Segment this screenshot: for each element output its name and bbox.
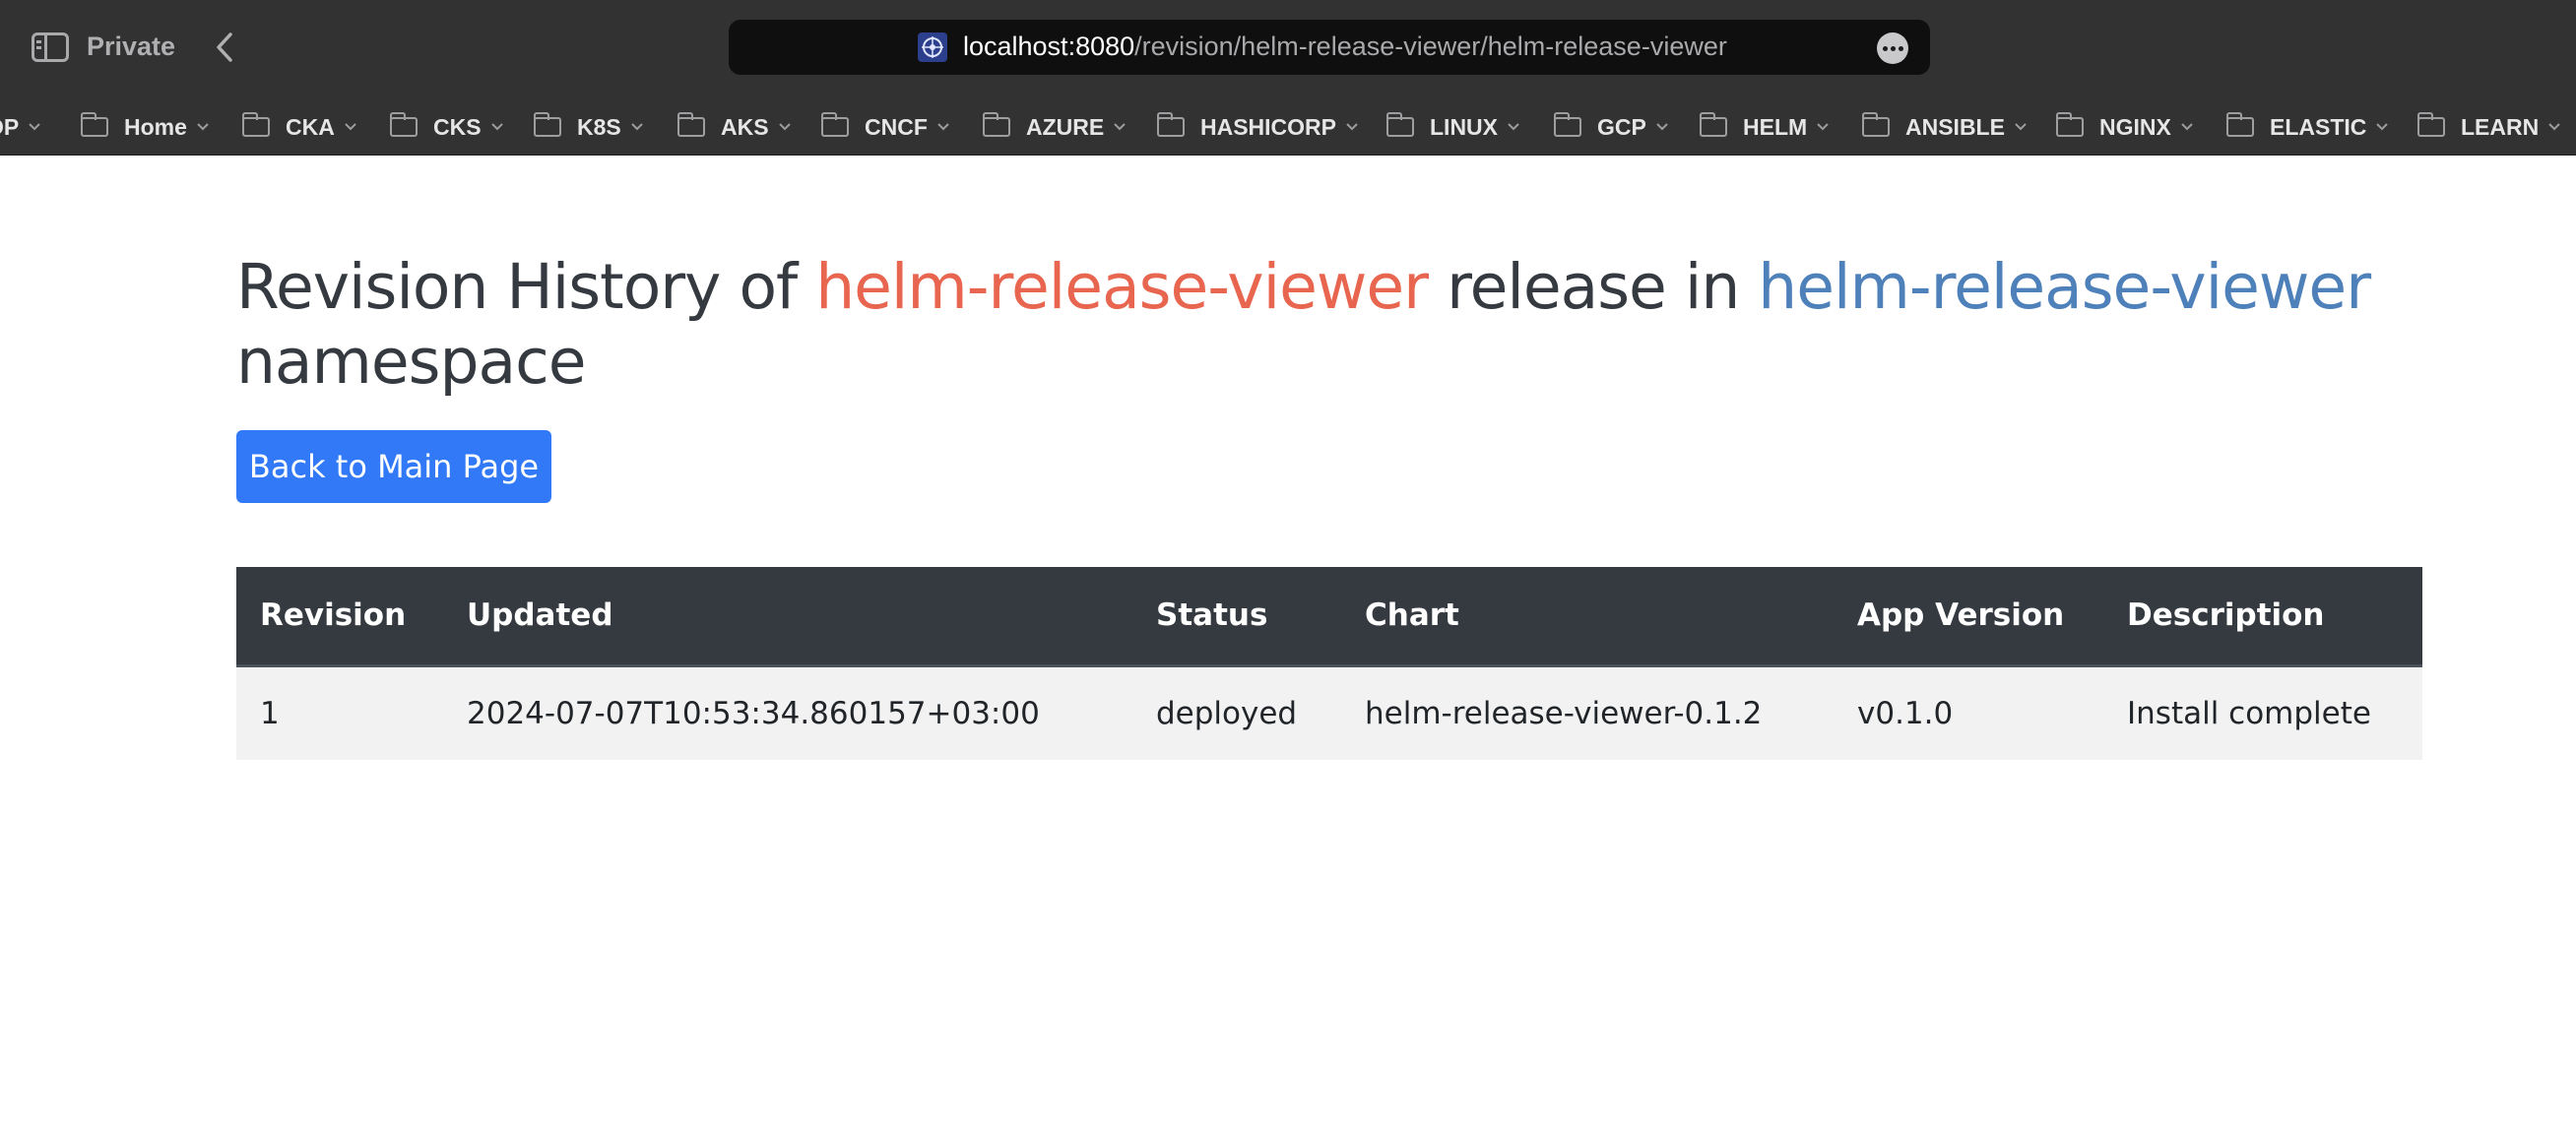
header-chart: Chart: [1341, 567, 1834, 667]
title-middle: release in: [1428, 251, 1759, 323]
folder-icon: [1385, 112, 1414, 137]
folder-icon: [2055, 112, 2084, 137]
bookmark-label: CKA: [286, 113, 335, 140]
chevron-down-icon: [778, 123, 791, 131]
chevron-down-icon: [490, 123, 503, 131]
cell-revision: 1: [260, 695, 280, 731]
bookmark-label: GCP: [1597, 113, 1646, 140]
url-text[interactable]: localhost:8080/revision/helm-release-vie…: [963, 31, 1727, 62]
folder-icon: [676, 112, 705, 137]
bookmark-folder-hashicorp[interactable]: HASHICORP: [1156, 112, 1360, 142]
bookmark-folder-elastic[interactable]: ELASTIC: [2225, 112, 2390, 142]
namespace-name: helm-release-viewer: [1758, 251, 2371, 323]
chevron-down-icon: [2376, 123, 2389, 131]
url-path: /revision/helm-release-viewer/helm-relea…: [1134, 31, 1727, 61]
bookmark-folder-k8s[interactable]: K8S: [533, 112, 645, 142]
bookmark-folder-nginx[interactable]: NGINX: [2055, 112, 2195, 142]
bookmark-label: HASHICORP: [1200, 113, 1337, 140]
folder-icon: [389, 112, 418, 137]
chevron-down-icon: [345, 123, 356, 131]
bookmark-folder-helm[interactable]: HELM: [1699, 112, 1831, 142]
bookmark-folder-op[interactable]: OP: [0, 112, 42, 142]
header-updated: Updated: [443, 567, 1132, 667]
release-name: helm-release-viewer: [815, 251, 1429, 323]
chevron-down-icon: [1656, 123, 1668, 131]
chevron-down-icon: [1508, 123, 1519, 131]
bookmark-label: HELM: [1743, 113, 1808, 140]
folder-icon: [2225, 112, 2254, 137]
title-prefix: Revision History of: [236, 251, 816, 323]
title-suffix: namespace: [236, 326, 586, 398]
header-status: Status: [1132, 567, 1341, 667]
bookmark-label: OP: [0, 113, 20, 140]
folder-icon: [1553, 112, 1581, 137]
bookmark-label: LEARN: [2461, 113, 2540, 140]
bookmark-folder-home[interactable]: Home: [80, 112, 211, 142]
bookmark-folder-gcp[interactable]: GCP: [1553, 112, 1670, 142]
bookmarks-bar: OP Home CKA CKS K8S AKS CNCF AZURE HASHICORP LINU…: [0, 98, 2576, 156]
cell-app-version: v0.1.0: [1857, 695, 1954, 731]
bookmark-folder-cks[interactable]: CKS: [389, 112, 505, 142]
chevron-down-icon: [1346, 123, 1358, 131]
folder-icon: [2416, 112, 2445, 137]
folder-icon: [533, 112, 561, 137]
cell-status: deployed: [1156, 695, 1298, 731]
chevron-down-icon: [2181, 123, 2193, 131]
cell-updated: 2024-07-07T10:53:34.860157+03:00: [467, 695, 1040, 731]
bookmark-folder-aks[interactable]: AKS: [676, 112, 793, 142]
header-revision: Revision: [236, 567, 443, 667]
table-header-row: Revision Updated Status Chart App Versio…: [236, 567, 2422, 667]
chevron-down-icon: [2548, 123, 2560, 131]
sidebar-toggle-icon[interactable]: [32, 32, 69, 62]
bookmark-label: K8S: [577, 113, 621, 140]
folder-icon: [241, 112, 270, 137]
bookmark-folder-cka[interactable]: CKA: [241, 112, 358, 142]
header-app-version: App Version: [1834, 567, 2103, 667]
folder-icon: [1861, 112, 1890, 137]
folder-icon: [982, 112, 1010, 137]
bookmark-label: AZURE: [1026, 113, 1105, 140]
bookmark-label: CNCF: [865, 113, 928, 140]
folder-icon: [820, 112, 849, 137]
bookmark-label: ELASTIC: [2270, 113, 2367, 140]
bookmark-folder-linux[interactable]: LINUX: [1385, 112, 1521, 142]
chevron-down-icon: [631, 123, 643, 131]
cell-chart: helm-release-viewer-0.1.2: [1365, 695, 1763, 731]
chevron-down-icon: [2015, 123, 2027, 131]
url-host: localhost:8080: [963, 31, 1135, 61]
private-mode-label: Private: [87, 31, 176, 61]
bookmark-label: LINUX: [1430, 113, 1498, 140]
folder-icon: [80, 112, 108, 137]
chevron-down-icon: [197, 123, 209, 131]
site-favicon-icon: [918, 32, 947, 62]
bookmark-folder-cncf[interactable]: CNCF: [820, 112, 951, 142]
bookmark-folder-ansible[interactable]: ANSIBLE: [1861, 112, 2029, 142]
chevron-down-icon: [1817, 123, 1829, 131]
revision-table: Revision Updated Status Chart App Versio…: [236, 567, 2422, 760]
bookmark-label: AKS: [721, 113, 769, 140]
folder-icon: [1699, 112, 1727, 137]
cell-description: Install complete: [2127, 695, 2371, 731]
bookmark-label: NGINX: [2099, 113, 2171, 140]
bookmark-folder-learn[interactable]: LEARN: [2416, 112, 2562, 142]
header-description: Description: [2103, 567, 2422, 667]
bookmark-label: ANSIBLE: [1905, 113, 2005, 140]
more-options-icon[interactable]: [1877, 32, 1908, 64]
chevron-down-icon: [937, 123, 949, 131]
bookmark-label: Home: [124, 113, 187, 140]
folder-icon: [1156, 112, 1185, 137]
bookmark-label: CKS: [433, 113, 482, 140]
back-arrow-icon[interactable]: [211, 32, 240, 62]
back-to-main-button[interactable]: Back to Main Page: [236, 430, 551, 503]
chevron-down-icon: [29, 123, 40, 131]
chevron-down-icon: [1114, 123, 1126, 131]
page-title: Revision History of helm-release-viewer …: [236, 250, 2403, 400]
table-row: 1 2024-07-07T10:53:34.860157+03:00 deplo…: [236, 665, 2422, 760]
browser-toolbar: Private localhost:8080/revision/helm-rel…: [0, 0, 2576, 98]
bookmark-folder-azure[interactable]: AZURE: [982, 112, 1127, 142]
